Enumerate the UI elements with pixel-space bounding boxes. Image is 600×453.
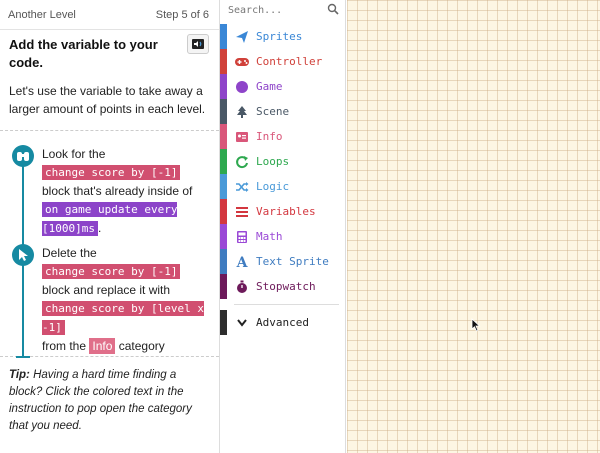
category-label: Stopwatch xyxy=(256,280,316,293)
step-text: block that's already inside of xyxy=(42,184,193,198)
text-a-icon: A xyxy=(234,254,250,270)
block-chip-change-score[interactable]: change score by [-1] xyxy=(42,165,181,180)
category-game[interactable]: Game xyxy=(220,74,345,99)
category-scene[interactable]: Scene xyxy=(220,99,345,124)
instruction-intro: Let's use the variable to take away a la… xyxy=(0,72,219,131)
category-logic[interactable]: Logic xyxy=(220,174,345,199)
category-color-bar xyxy=(220,274,227,299)
category-label: Scene xyxy=(256,105,290,118)
category-label: Info xyxy=(256,130,283,143)
category-color-bar xyxy=(220,310,227,335)
level-name: Another Level xyxy=(8,8,76,21)
step-text: block and replace it with xyxy=(42,283,171,297)
tutorial-header: Another Level Step 5 of 6 xyxy=(0,0,219,30)
category-label: Loops xyxy=(256,155,290,168)
speaker-icon xyxy=(192,39,204,49)
category-color-bar xyxy=(220,24,227,49)
category-loops[interactable]: Loops xyxy=(220,149,345,174)
category-color-bar xyxy=(220,224,227,249)
id-card-icon xyxy=(234,129,250,145)
step-text: . xyxy=(97,221,102,235)
code-workspace[interactable] xyxy=(347,0,600,453)
category-stopwatch[interactable]: Stopwatch xyxy=(220,274,345,299)
steps-list: Look for the change score by [-1] block … xyxy=(0,131,219,358)
block-chip-change-score-level[interactable]: change score by [level x -1] xyxy=(42,301,204,335)
block-chip-change-score[interactable]: change score by [-1] xyxy=(42,264,181,279)
shuffle-icon xyxy=(234,179,250,195)
svg-text:A: A xyxy=(236,255,249,269)
cursor-icon xyxy=(12,244,34,266)
category-label: Variables xyxy=(256,205,316,218)
refresh-icon xyxy=(234,154,250,170)
tip-text: Tip: Having a hard time finding a block?… xyxy=(0,357,219,445)
paper-plane-icon xyxy=(234,29,250,45)
circle-icon xyxy=(234,79,250,95)
block-toolbox: Sprites Controller Game Scene Info Loops Logic… xyxy=(220,0,346,453)
category-label: Math xyxy=(256,230,283,243)
calculator-icon xyxy=(234,229,250,245)
category-advanced[interactable]: Advanced xyxy=(220,310,345,335)
mouse-cursor-icon xyxy=(471,318,481,332)
step-item: Delete the change score by [-1] block an… xyxy=(10,244,209,355)
block-chip-on-game-update[interactable]: on game update every [1000]ms xyxy=(42,202,178,236)
category-sprites[interactable]: Sprites xyxy=(220,24,345,49)
category-separator xyxy=(234,299,339,305)
instruction-title-row: Add the variable to your code. xyxy=(0,30,219,72)
toolbox-search xyxy=(220,0,345,20)
tutorial-panel: Another Level Step 5 of 6 Add the variab… xyxy=(0,0,220,453)
category-label: Game xyxy=(256,80,283,93)
category-info[interactable]: Info xyxy=(220,124,345,149)
instruction-title: Add the variable to your code. xyxy=(9,37,158,70)
search-icon[interactable] xyxy=(327,3,339,15)
category-label: Text Sprite xyxy=(256,255,329,268)
category-color-bar xyxy=(220,174,227,199)
category-color-bar xyxy=(220,99,227,124)
step-text: from the xyxy=(42,339,87,353)
tip-label: Tip: xyxy=(9,369,30,381)
steps-timeline-end xyxy=(16,356,30,358)
binoculars-icon xyxy=(12,145,34,167)
category-list: Sprites Controller Game Scene Info Loops Logic… xyxy=(220,18,345,299)
category-color-bar xyxy=(220,149,227,174)
category-color-bar xyxy=(220,249,227,274)
step-indicator: Step 5 of 6 xyxy=(155,8,209,21)
step-text: category xyxy=(118,339,165,353)
category-label: Logic xyxy=(256,180,290,193)
list-icon xyxy=(234,204,250,220)
category-color-bar xyxy=(220,74,227,99)
step-text: Look for the xyxy=(42,147,106,161)
step-text: Delete the xyxy=(42,246,97,260)
category-chip-info[interactable]: Info xyxy=(89,338,116,354)
category-text-sprite[interactable]: A Text Sprite xyxy=(220,249,345,274)
category-controller[interactable]: Controller xyxy=(220,49,345,74)
category-label: Controller xyxy=(256,55,323,68)
category-label: Sprites xyxy=(256,30,303,43)
category-color-bar xyxy=(220,199,227,224)
gamepad-icon xyxy=(234,54,250,70)
chevron-down-icon xyxy=(234,315,250,331)
category-color-bar xyxy=(220,124,227,149)
read-aloud-button[interactable] xyxy=(187,34,209,54)
tree-icon xyxy=(234,104,250,120)
category-color-bar xyxy=(220,49,227,74)
stopwatch-icon xyxy=(234,279,250,295)
category-label: Advanced xyxy=(256,316,309,329)
tip-body: Having a hard time finding a block? Clic… xyxy=(9,369,192,432)
category-variables[interactable]: Variables xyxy=(220,199,345,224)
step-item: Look for the change score by [-1] block … xyxy=(10,145,209,238)
category-math[interactable]: Math xyxy=(220,224,345,249)
